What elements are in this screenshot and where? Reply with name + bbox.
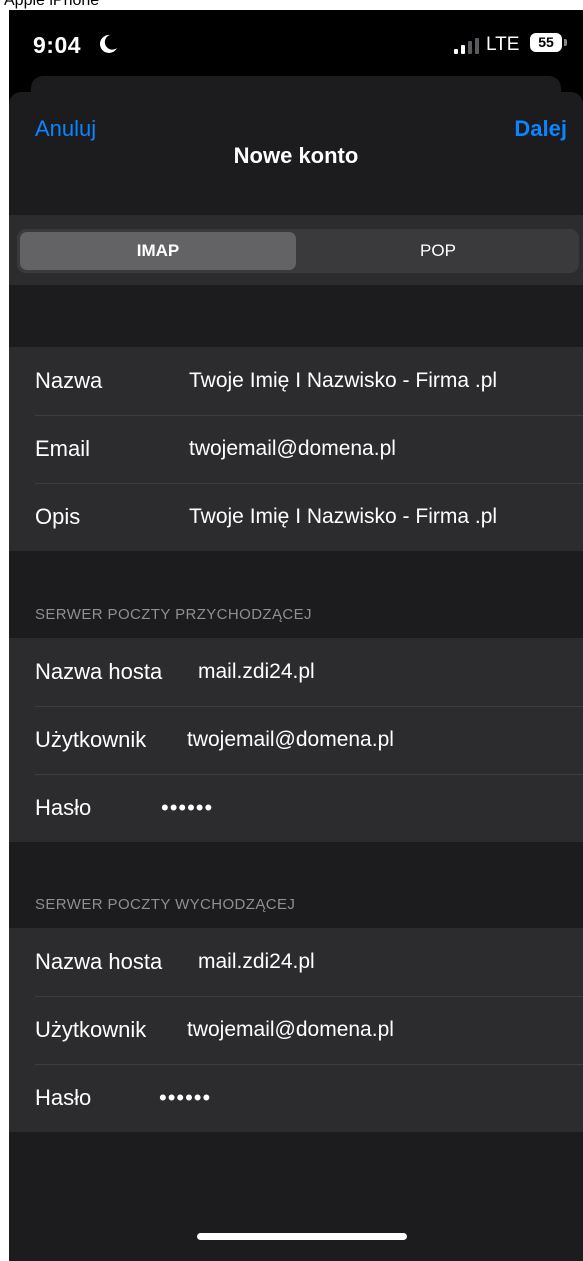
cancel-button[interactable]: Anuluj [35, 116, 96, 142]
window-caption: Apple iPhone [4, 0, 100, 9]
incoming-password-label: Hasło [35, 795, 92, 820]
email-row[interactable]: Email twojemail@domena.pl [9, 415, 583, 483]
segment-imap[interactable]: IMAP [20, 232, 296, 270]
outgoing-host-label: Nazwa hosta [35, 949, 163, 974]
new-account-sheet: Anuluj Nowe konto Dalej IMAP POP Nazwa T… [9, 92, 583, 1261]
outgoing-server-header: SERWER POCZTY WYCHODZĄCEJ [35, 896, 296, 913]
status-bar: 9:04 LTE 55 [9, 10, 583, 78]
protocol-segment-band: IMAP POP [9, 215, 583, 285]
battery-icon: 55 [530, 33, 562, 52]
incoming-host-row[interactable]: Nazwa hosta mail.zdi24.pl [9, 638, 583, 706]
description-label: Opis [35, 504, 81, 529]
description-row[interactable]: Opis Twoje Imię I Nazwisko - Firma .pl [9, 483, 583, 551]
name-label: Nazwa [35, 368, 103, 393]
incoming-user-field[interactable]: twojemail@domena.pl [187, 706, 394, 774]
home-indicator[interactable] [197, 1233, 407, 1240]
outgoing-host-field[interactable]: mail.zdi24.pl [198, 928, 315, 996]
outgoing-password-row[interactable]: Hasło •••••• [9, 1064, 583, 1132]
network-type: LTE [486, 34, 520, 55]
description-field[interactable]: Twoje Imię I Nazwisko - Firma .pl [189, 483, 497, 551]
outgoing-server-group: Nazwa hosta mail.zdi24.pl Użytkownik two… [9, 928, 583, 1132]
outgoing-host-row[interactable]: Nazwa hosta mail.zdi24.pl [9, 928, 583, 996]
name-field[interactable]: Twoje Imię I Nazwisko - Firma .pl [189, 347, 497, 415]
outgoing-password-label: Hasło [35, 1085, 92, 1110]
email-label: Email [35, 436, 91, 461]
battery-cap [564, 39, 567, 46]
incoming-host-field[interactable]: mail.zdi24.pl [198, 638, 315, 706]
segment-pop[interactable]: POP [300, 232, 576, 270]
outgoing-user-field[interactable]: twojemail@domena.pl [187, 996, 394, 1064]
moon-icon [99, 34, 117, 53]
account-info-group: Nazwa Twoje Imię I Nazwisko - Firma .pl … [9, 347, 583, 551]
signal-bars-icon [454, 38, 479, 54]
phone-screen: 9:04 LTE 55 Anuluj Nowe konto Dalej IMAP… [9, 10, 583, 1261]
incoming-user-row[interactable]: Użytkownik twojemail@domena.pl [9, 706, 583, 774]
protocol-segmented-control: IMAP POP [17, 229, 579, 273]
next-button[interactable]: Dalej [514, 116, 567, 142]
status-time: 9:04 [33, 32, 82, 58]
incoming-password-row[interactable]: Hasło •••••• [9, 774, 583, 842]
outgoing-user-row[interactable]: Użytkownik twojemail@domena.pl [9, 996, 583, 1064]
incoming-server-group: Nazwa hosta mail.zdi24.pl Użytkownik two… [9, 638, 583, 842]
outgoing-password-field[interactable]: •••••• [159, 1064, 211, 1132]
outgoing-user-label: Użytkownik [35, 1017, 147, 1042]
incoming-user-label: Użytkownik [35, 727, 147, 752]
sheet-title: Nowe konto [233, 143, 359, 168]
email-field[interactable]: twojemail@domena.pl [189, 415, 396, 483]
incoming-server-header: SERWER POCZTY PRZYCHODZĄCEJ [35, 606, 312, 623]
incoming-host-label: Nazwa hosta [35, 659, 163, 684]
incoming-password-field[interactable]: •••••• [161, 774, 213, 842]
name-row[interactable]: Nazwa Twoje Imię I Nazwisko - Firma .pl [9, 347, 583, 415]
